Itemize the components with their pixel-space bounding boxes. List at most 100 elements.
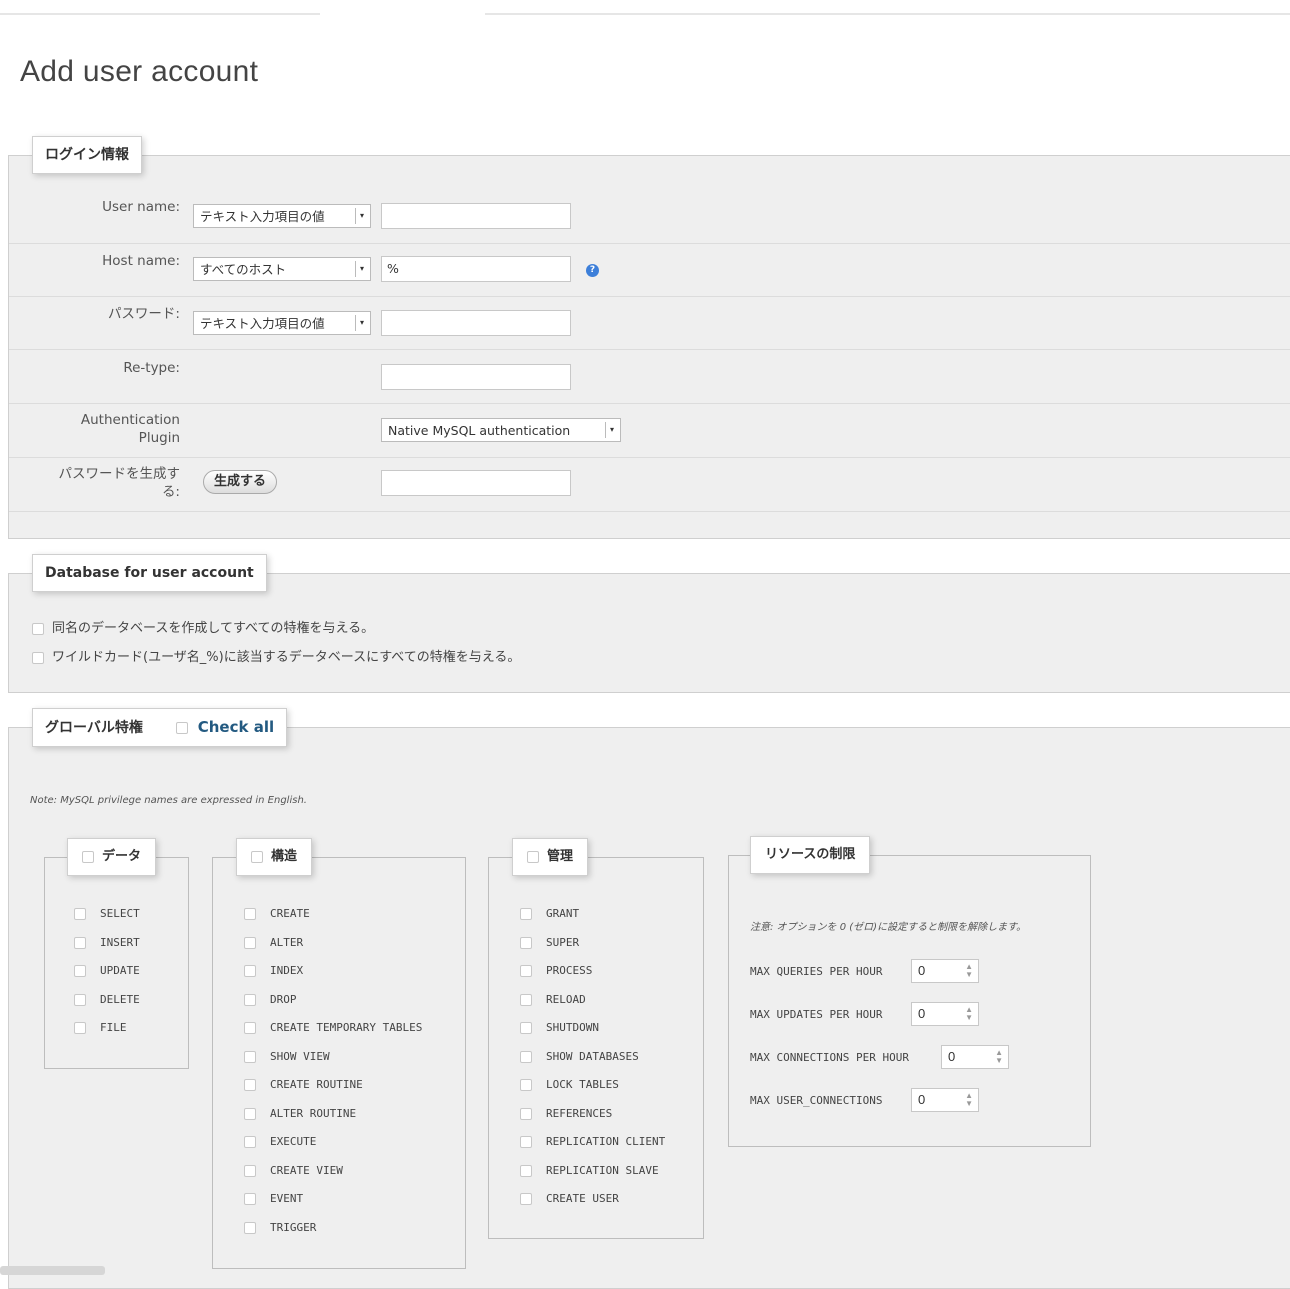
checkbox[interactable]	[244, 1050, 256, 1063]
host-name-input[interactable]: %	[381, 256, 571, 282]
checkbox[interactable]	[520, 1193, 532, 1205]
database-option-wildcard[interactable]: ワイルドカード(ユーザ名_%)に該当するデータベースにすべての特権を与える。	[32, 646, 520, 665]
structure-privilege-item[interactable]: EVENT	[244, 1192, 303, 1205]
structure-privilege-item[interactable]: CREATE	[244, 907, 310, 920]
check-all-checkbox[interactable]	[175, 722, 188, 734]
data-privilege-item[interactable]: INSERT	[74, 936, 140, 949]
checkbox[interactable]	[74, 936, 86, 949]
admin-privilege-item[interactable]: SUPER	[520, 936, 579, 949]
checkbox[interactable]	[74, 993, 86, 1006]
resource-limit-input[interactable]: 0 ▲ ▼	[911, 1002, 979, 1026]
privilege-label: EXECUTE	[270, 1135, 317, 1148]
data-privilege-item[interactable]: FILE	[74, 1021, 127, 1034]
database-option-same-name[interactable]: 同名のデータベースを作成してすべての特権を与える。	[32, 617, 374, 636]
checkbox[interactable]	[520, 1079, 532, 1091]
data-privilege-item[interactable]: UPDATE	[74, 964, 140, 977]
checkbox[interactable]	[74, 965, 86, 977]
checkbox[interactable]	[32, 622, 44, 635]
privilege-label: LOCK TABLES	[546, 1078, 619, 1091]
resource-limit-input[interactable]: 0 ▲ ▼	[941, 1045, 1009, 1069]
auth-plugin-label: Authentication Plugin	[80, 412, 180, 446]
generated-password-input[interactable]	[381, 470, 571, 496]
spinner-icon[interactable]: ▲ ▼	[965, 1092, 973, 1108]
checkbox[interactable]	[520, 1050, 532, 1063]
checkbox[interactable]	[520, 965, 532, 977]
checkbox[interactable]	[74, 1022, 86, 1034]
admin-privilege-item[interactable]: REPLICATION CLIENT	[520, 1135, 665, 1148]
checkbox[interactable]	[520, 1136, 532, 1148]
privilege-label: FILE	[100, 1021, 127, 1034]
generate-password-button[interactable]: 生成する	[203, 470, 278, 494]
structure-privilege-item[interactable]: SHOW VIEW	[244, 1050, 330, 1063]
checkbox[interactable]	[520, 993, 532, 1006]
resource-limit-label: MAX CONNECTIONS PER HOUR	[750, 1051, 909, 1064]
page-title: Add user account	[20, 55, 259, 88]
horizontal-scrollbar[interactable]	[0, 1266, 105, 1275]
structure-privilege-item[interactable]: ALTER	[244, 936, 303, 949]
data-privilege-item[interactable]: DELETE	[74, 993, 140, 1006]
spinner-icon[interactable]: ▲ ▼	[965, 963, 973, 979]
user-name-input[interactable]	[381, 203, 571, 229]
checkbox[interactable]	[527, 850, 539, 863]
resource-limit-input[interactable]: 0 ▲ ▼	[911, 959, 979, 983]
admin-privilege-item[interactable]: LOCK TABLES	[520, 1078, 619, 1091]
checkbox[interactable]	[520, 1022, 532, 1034]
structure-privilege-item[interactable]: EXECUTE	[244, 1135, 316, 1148]
checkbox[interactable]	[244, 1079, 256, 1091]
resource-limit-label: MAX QUERIES PER HOUR	[750, 965, 883, 978]
retype-input[interactable]	[381, 364, 571, 390]
checkbox[interactable]	[520, 1107, 532, 1120]
checkbox[interactable]	[244, 1193, 256, 1205]
checkbox[interactable]	[244, 936, 256, 949]
checkbox[interactable]	[244, 1107, 256, 1120]
structure-privilege-item[interactable]: CREATE VIEW	[244, 1164, 343, 1177]
structure-privilege-item[interactable]: CREATE ROUTINE	[244, 1078, 363, 1091]
checkbox[interactable]	[82, 850, 94, 863]
admin-privilege-item[interactable]: GRANT	[520, 907, 579, 920]
structure-privilege-item[interactable]: TRIGGER	[244, 1221, 316, 1234]
help-icon[interactable]: ?	[586, 264, 599, 277]
structure-privilege-item[interactable]: DROP	[244, 993, 297, 1006]
spinner-icon[interactable]: ▲ ▼	[965, 1006, 973, 1022]
data-privilege-item[interactable]: SELECT	[74, 907, 140, 920]
checkbox[interactable]	[244, 1022, 256, 1034]
structure-privilege-item[interactable]: INDEX	[244, 964, 303, 977]
resource-limit-input[interactable]: 0 ▲ ▼	[911, 1088, 979, 1112]
global-privileges-legend: グローバル特権 Check all	[32, 708, 288, 747]
checkbox[interactable]	[244, 1136, 256, 1148]
host-name-select[interactable]: すべてのホスト ▾	[193, 257, 371, 281]
admin-privilege-item[interactable]: REPLICATION SLAVE	[520, 1164, 659, 1177]
privilege-label: REPLICATION CLIENT	[546, 1135, 666, 1148]
password-input[interactable]	[381, 310, 571, 336]
admin-privilege-item[interactable]: RELOAD	[520, 993, 586, 1006]
privilege-label: REPLICATION SLAVE	[546, 1163, 659, 1177]
checkbox[interactable]	[251, 850, 263, 863]
auth-plugin-select[interactable]: Native MySQL authentication ▾	[381, 418, 621, 442]
checkbox[interactable]	[244, 908, 256, 920]
checkbox[interactable]	[32, 651, 44, 664]
privilege-label: UPDATE	[100, 964, 140, 977]
admin-privilege-item[interactable]: REFERENCES	[520, 1107, 612, 1120]
password-select[interactable]: テキスト入力項目の値 ▾	[193, 311, 371, 335]
checkbox[interactable]	[520, 936, 532, 949]
admin-privilege-item[interactable]: CREATE USER	[520, 1192, 619, 1205]
structure-legend: 構造	[236, 838, 313, 876]
checkbox[interactable]	[244, 993, 256, 1006]
check-all-label[interactable]: Check all	[198, 718, 274, 736]
chevron-down-icon: ▾	[355, 208, 368, 224]
privilege-label: ALTER	[270, 935, 304, 949]
checkbox[interactable]	[244, 965, 256, 977]
structure-privilege-item[interactable]: ALTER ROUTINE	[244, 1107, 356, 1120]
checkbox[interactable]	[520, 1164, 532, 1177]
checkbox[interactable]	[74, 908, 86, 920]
privilege-label: SHOW VIEW	[270, 1049, 330, 1063]
spinner-icon[interactable]: ▲ ▼	[995, 1049, 1003, 1065]
checkbox[interactable]	[520, 908, 532, 920]
admin-privilege-item[interactable]: PROCESS	[520, 964, 592, 977]
checkbox[interactable]	[244, 1164, 256, 1177]
checkbox[interactable]	[244, 1221, 256, 1234]
admin-privilege-item[interactable]: SHOW DATABASES	[520, 1050, 639, 1063]
structure-privilege-item[interactable]: CREATE TEMPORARY TABLES	[244, 1021, 422, 1034]
admin-privilege-item[interactable]: SHUTDOWN	[520, 1021, 599, 1034]
user-name-select[interactable]: テキスト入力項目の値 ▾	[193, 204, 371, 228]
